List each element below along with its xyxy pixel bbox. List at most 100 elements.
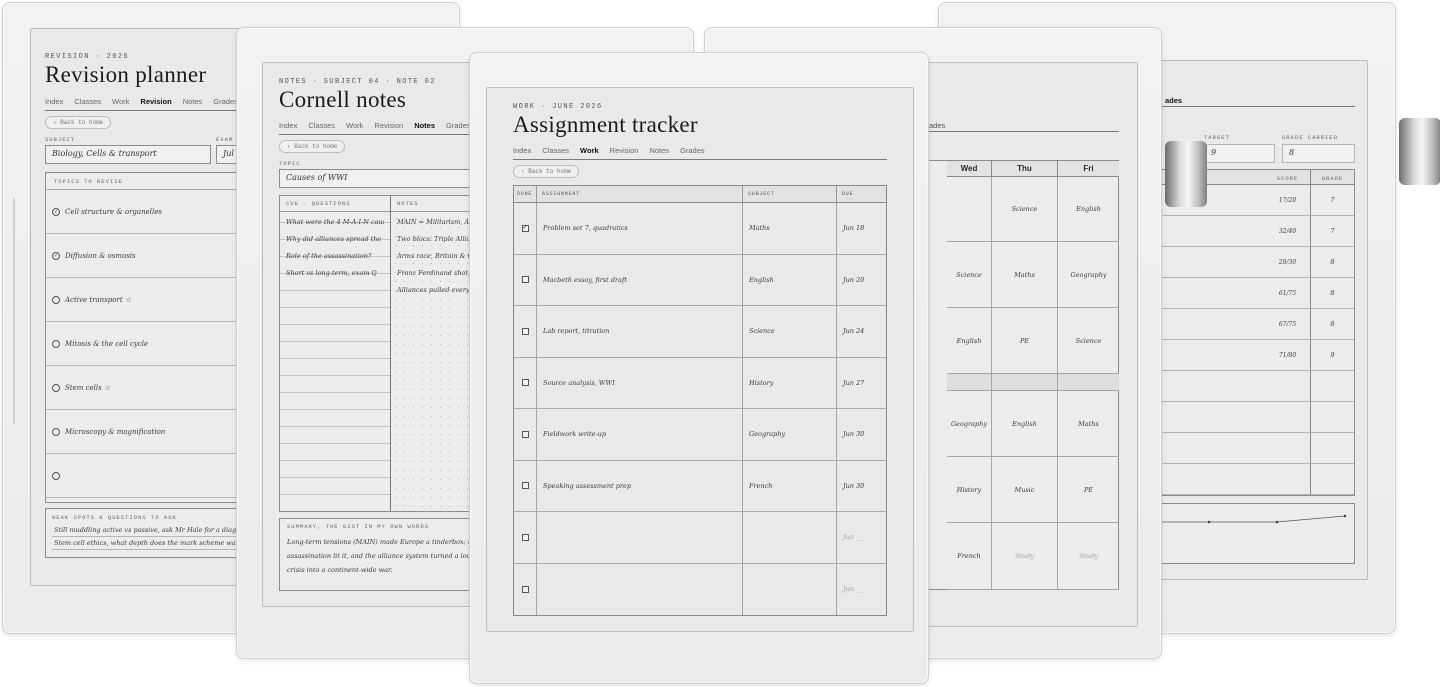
subject-cell[interactable]: Maths: [743, 203, 837, 254]
grade-cell[interactable]: 7: [1311, 216, 1354, 246]
tab-notes[interactable]: Notes: [414, 121, 435, 130]
target-field[interactable]: 9: [1204, 144, 1275, 163]
topic-checkbox[interactable]: [52, 383, 60, 392]
tab-work[interactable]: Work: [346, 121, 363, 130]
score-cell[interactable]: 17/20: [1265, 185, 1311, 215]
timetable-cell[interactable]: English: [947, 308, 992, 373]
timetable-cell[interactable]: PE: [1058, 457, 1119, 522]
score-cell[interactable]: [1265, 402, 1311, 432]
grade-cell[interactable]: [1311, 433, 1354, 463]
tab-grades[interactable]: ades: [1165, 96, 1182, 105]
tab-revision[interactable]: Revision: [140, 97, 171, 106]
grade-cell[interactable]: [1311, 371, 1354, 401]
done-checkbox[interactable]: [521, 533, 529, 541]
due-cell[interactable]: Jun 18: [837, 203, 886, 254]
timetable-cell[interactable]: Maths: [1058, 391, 1119, 456]
tab-grades-partial[interactable]: ades: [929, 121, 945, 130]
assignment-cell[interactable]: Fieldwork write-up: [537, 409, 743, 460]
timetable-cell[interactable]: Geography: [1058, 242, 1119, 307]
score-cell[interactable]: 67/75: [1265, 309, 1311, 339]
score-cell[interactable]: 61/75: [1265, 278, 1311, 308]
assignment-cell[interactable]: Lab report, titration: [537, 306, 743, 357]
assignment-cell[interactable]: Problem set 7, quadratics: [537, 203, 743, 254]
tab-classes[interactable]: Classes: [308, 121, 335, 130]
done-checkbox[interactable]: ✓: [521, 224, 529, 232]
score-cell[interactable]: 32/40: [1265, 216, 1311, 246]
grade-cell[interactable]: 9: [1311, 340, 1354, 370]
tab-work[interactable]: Work: [580, 146, 599, 155]
tab-notes[interactable]: Notes: [649, 146, 669, 155]
timetable-cell[interactable]: [947, 177, 992, 241]
timetable-cell[interactable]: Study: [1058, 523, 1119, 589]
assignment-cell[interactable]: Macbeth essay, first draft: [537, 254, 743, 305]
due-cell[interactable]: Jun 20: [837, 255, 886, 306]
subject-cell[interactable]: English: [743, 254, 837, 305]
timetable-cell[interactable]: PE: [992, 308, 1058, 373]
timetable-cell[interactable]: English: [1058, 177, 1119, 241]
timetable-cell[interactable]: [1058, 374, 1119, 390]
done-checkbox[interactable]: [521, 482, 529, 490]
subject-cell[interactable]: History: [743, 357, 837, 408]
tab-index[interactable]: Index: [513, 146, 531, 155]
assignment-cell[interactable]: [537, 563, 743, 615]
tab-grades[interactable]: Grades: [446, 121, 471, 130]
assignment-cell[interactable]: Speaking assessment prep: [537, 460, 743, 511]
timetable-cell[interactable]: [992, 374, 1058, 390]
score-cell[interactable]: [1265, 464, 1311, 494]
grade-cell[interactable]: 7: [1311, 185, 1354, 215]
tab-classes[interactable]: Classes: [74, 97, 101, 106]
done-checkbox[interactable]: [521, 327, 529, 335]
done-checkbox[interactable]: [521, 585, 529, 593]
back-to-home-button[interactable]: ‹ Back to home: [279, 140, 346, 153]
grade-cell[interactable]: 8: [1311, 247, 1354, 277]
tab-work[interactable]: Work: [112, 97, 129, 106]
topic-checkbox[interactable]: ✓: [52, 207, 60, 216]
tab-classes[interactable]: Classes: [542, 146, 569, 155]
grade-cell[interactable]: 8: [1311, 309, 1354, 339]
timetable-cell[interactable]: Geography: [947, 391, 992, 456]
score-cell[interactable]: 28/30: [1265, 247, 1311, 277]
done-checkbox[interactable]: [521, 430, 529, 438]
assignment-cell[interactable]: [537, 512, 743, 563]
score-cell[interactable]: 71/80: [1265, 340, 1311, 370]
topic-checkbox[interactable]: ✓: [52, 251, 60, 260]
subject-cell[interactable]: [743, 512, 837, 563]
tab-grades[interactable]: Grades: [213, 97, 238, 106]
topic-checkbox[interactable]: [52, 339, 60, 348]
score-cell[interactable]: [1265, 371, 1311, 401]
score-cell[interactable]: [1265, 433, 1311, 463]
due-cell[interactable]: Jun 30: [837, 461, 886, 512]
timetable-cell[interactable]: English: [992, 391, 1058, 456]
timetable-cell[interactable]: Science: [1058, 308, 1119, 373]
timetable-cell[interactable]: Science: [947, 242, 992, 307]
tab-revision[interactable]: Revision: [374, 121, 403, 130]
timetable-cell[interactable]: French: [947, 523, 992, 589]
grade-carried-field[interactable]: 8: [1282, 144, 1355, 163]
topic-checkbox[interactable]: [52, 427, 60, 436]
done-checkbox[interactable]: [521, 379, 529, 387]
timetable-cell[interactable]: Music: [992, 457, 1058, 522]
due-cell[interactable]: Jun 24: [837, 306, 886, 357]
subject-cell[interactable]: [743, 563, 837, 615]
assignment-cell[interactable]: Source analysis, WWI: [537, 357, 743, 408]
due-cell[interactable]: Jun __: [837, 564, 886, 616]
timetable-cell[interactable]: Science: [992, 177, 1058, 241]
topic-field[interactable]: Causes of WWI: [279, 169, 479, 188]
due-cell[interactable]: Jun __: [837, 512, 886, 563]
subject-cell[interactable]: French: [743, 460, 837, 511]
back-to-home-button[interactable]: ‹ Back to home: [45, 116, 112, 129]
due-cell[interactable]: Jun 27: [837, 358, 886, 409]
timetable-cell[interactable]: History: [947, 457, 992, 522]
topic-checkbox[interactable]: [52, 471, 60, 480]
topic-checkbox[interactable]: [52, 295, 60, 304]
tab-index[interactable]: Index: [45, 97, 63, 106]
due-cell[interactable]: Jun 30: [837, 409, 886, 460]
tab-revision[interactable]: Revision: [610, 146, 639, 155]
tab-index[interactable]: Index: [279, 121, 297, 130]
subject-field[interactable]: Biology, Cells & transport: [45, 145, 211, 164]
subject-cell[interactable]: Geography: [743, 409, 837, 460]
grade-cell[interactable]: [1311, 464, 1354, 494]
subject-cell[interactable]: Science: [743, 306, 837, 357]
grade-cell[interactable]: 8: [1311, 278, 1354, 308]
timetable-cell[interactable]: Study: [992, 523, 1058, 589]
